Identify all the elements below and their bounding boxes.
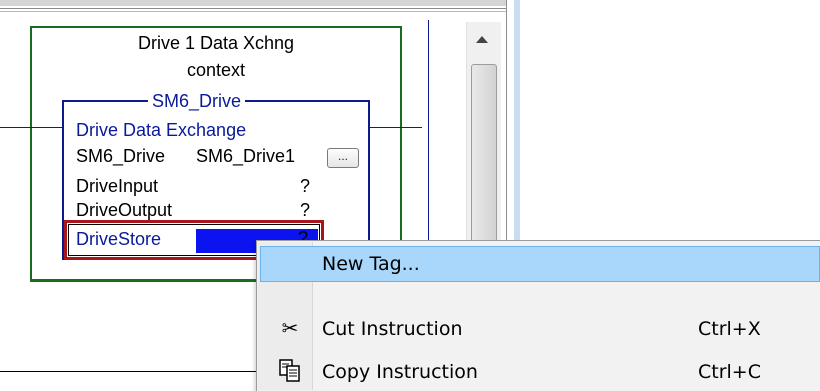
menu-item-cut-label: Cut Instruction (322, 318, 463, 340)
param-drivestore-label: DriveStore (76, 229, 162, 249)
routine-subtitle: context (186, 60, 246, 80)
copy-icon (278, 358, 302, 382)
param-driveoutput-label: DriveOutput (76, 200, 173, 220)
routine-title: Drive 1 Data Xchng (137, 33, 295, 53)
editor-frame-line-2 (0, 11, 506, 12)
param-driveoutput-value[interactable]: ? (300, 200, 310, 221)
editor-frame-line (0, 8, 506, 9)
instruction-type: Drive Data Exchange (76, 120, 247, 140)
menu-item-new-tag-label: New Tag... (322, 253, 420, 275)
instruction-name: SM6_Drive (148, 91, 246, 112)
power-rail (428, 20, 429, 270)
menu-item-copy-label: Copy Instruction (322, 361, 478, 383)
menu-item-new-tag[interactable]: New Tag... (260, 246, 820, 282)
menu-item-cut-instruction[interactable]: ✂ Cut Instruction Ctrl+X (260, 311, 820, 347)
editor-frame-top (0, 0, 506, 6)
menu-item-copy-shortcut: Ctrl+C (698, 361, 761, 383)
param-sm6-drive-value[interactable]: SM6_Drive1 (196, 146, 295, 167)
scissors-icon: ✂ (281, 318, 299, 340)
rung-wire-bottom (0, 371, 258, 372)
browse-button-label: ... (337, 149, 348, 163)
param-driveinput-label: DriveInput (76, 176, 159, 196)
browse-button[interactable]: ... (327, 148, 359, 168)
param-sm6-drive-label: SM6_Drive (76, 146, 166, 166)
param-driveinput-value[interactable]: ? (300, 176, 310, 197)
rung-wire-right (370, 127, 422, 128)
editor-separator-blue (514, 0, 520, 250)
menu-item-copy-instruction[interactable]: Copy Instruction Ctrl+C (260, 354, 820, 390)
rung-wire-left (0, 127, 62, 128)
scrollbar-thumb[interactable] (471, 64, 497, 252)
scroll-up-arrow-icon[interactable] (476, 36, 488, 43)
menu-item-cut-shortcut: Ctrl+X (698, 318, 761, 340)
